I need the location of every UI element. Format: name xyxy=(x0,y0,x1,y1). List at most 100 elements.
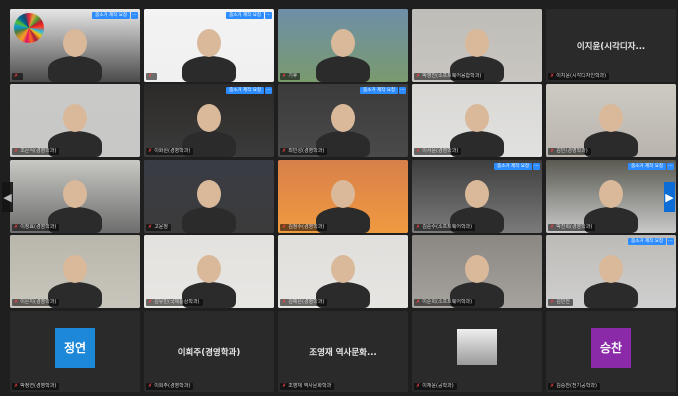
muted-mic-icon: ✗ xyxy=(14,299,19,305)
participant-head xyxy=(465,255,489,283)
caption-request-badge[interactable]: 줌소거 제작 요청 xyxy=(226,12,264,19)
sdg-logo xyxy=(14,13,44,43)
more-options-icon[interactable]: ⋯ xyxy=(265,12,272,19)
caption-request-badge[interactable]: 줌소거 제작 요청 xyxy=(92,12,130,19)
participant-head xyxy=(63,255,87,283)
participant-tile[interactable]: 줌소거 제작 요청 ⋯ ✗ 이화원(경영학과) xyxy=(144,84,274,157)
participant-name-label: ✗ 조은식(경영학과) xyxy=(12,148,60,155)
participant-head xyxy=(465,29,489,57)
participant-avatar: 승찬 xyxy=(591,327,631,368)
participant-tile[interactable]: ✗ 박영진(소프트웨어융합학과) xyxy=(412,9,542,82)
participant-tile[interactable]: ✗ 이준희(소프트웨어학과) xyxy=(412,235,542,308)
caption-request-badge[interactable]: 줌소거 제작 요청 xyxy=(628,238,666,245)
participant-head xyxy=(197,180,221,208)
participant-head xyxy=(465,180,489,208)
muted-mic-icon: ✗ xyxy=(14,224,19,230)
participant-name: 박진희(경영학과) xyxy=(556,224,593,230)
participant-name: 고윤정 xyxy=(154,224,169,230)
participant-tile[interactable]: 줌소거 제작 요청 ⋯ ✗ xyxy=(144,9,274,82)
participant-head xyxy=(599,180,623,208)
participant-head xyxy=(331,104,355,132)
participant-tile[interactable]: 승찬 ✗ 김승찬(전기공학과) xyxy=(546,311,676,392)
participant-tile[interactable]: ✗ 이은지(경영학과) xyxy=(10,235,140,308)
more-options-icon[interactable]: ⋯ xyxy=(667,238,674,245)
next-page-arrow-icon[interactable]: ▶ xyxy=(664,182,675,212)
participant-tile[interactable]: 정연 ✗ 박정연(경영학과) xyxy=(10,311,140,392)
more-options-icon[interactable]: ⋯ xyxy=(533,163,540,170)
participant-tile[interactable]: 줌소거 제작 요청 ⋯ ✗ 김민찬 xyxy=(546,235,676,308)
participant-tile[interactable]: ✗ 김민(경영학과) xyxy=(546,84,676,157)
participant-head xyxy=(197,104,221,132)
more-options-icon[interactable]: ⋯ xyxy=(399,87,406,94)
muted-mic-icon: ✗ xyxy=(282,299,287,305)
participant-tile[interactable]: 줌소거 제작 요청 ⋯ ✗ 최민성(경영학과) xyxy=(278,84,408,157)
previous-page-arrow-icon[interactable]: ◀ xyxy=(2,182,13,212)
participant-name-label: ✗ 김유빈(국제통상학과) xyxy=(146,299,203,306)
caption-request-badge[interactable]: 줌소거 제작 요청 xyxy=(226,87,264,94)
muted-mic-icon: ✗ xyxy=(282,148,287,154)
participant-name-label: ✗ xyxy=(146,73,158,80)
participant-tile[interactable]: 이희주(경영학과) ✗ 이희주(경영학과) xyxy=(144,311,274,392)
participant-name: 이준희(소프트웨어학과) xyxy=(422,299,473,305)
participant-name: 이재윤(공학과) xyxy=(422,383,454,389)
participant-silhouette xyxy=(48,56,102,82)
participant-silhouette xyxy=(182,207,236,233)
participant-tile[interactable]: 이지윤(시각디자... ✗ 이지윤(시각디자인학과) xyxy=(546,9,676,82)
participant-name-label: ✗ 김승찬(전기공학과) xyxy=(548,383,600,390)
participant-name-label: ✗ 이서윤(경영학과) xyxy=(414,148,462,155)
participant-name-label: ✗ 김민(경영학과) xyxy=(548,148,591,155)
muted-mic-icon: ✗ xyxy=(416,383,421,389)
participant-name: 이지윤(시각디자인학과) xyxy=(556,73,607,79)
participant-name-label: ✗ 기후 xyxy=(280,73,301,80)
participant-tile[interactable]: ✗ 조은식(경영학과) xyxy=(10,84,140,157)
participant-tile[interactable]: ✗ 김유빈(국제통상학과) xyxy=(144,235,274,308)
participant-tile[interactable]: 줌소거 제작 요청 ⋯ ✗ 김준수(소프트웨어학과) xyxy=(412,160,542,233)
participant-name-label: ✗ 이지윤(시각디자인학과) xyxy=(548,73,610,80)
participant-silhouette xyxy=(316,56,370,82)
participant-name-label: ✗ xyxy=(12,73,24,80)
participant-name-label: ✗ 이은지(경영학과) xyxy=(12,299,60,306)
participant-name: 최민성(경영학과) xyxy=(288,148,325,154)
participant-name: 김정수(경영학과) xyxy=(288,224,325,230)
participant-tile[interactable]: ✗ 이정효(경영학과) xyxy=(10,160,140,233)
participant-name: 김준수(소프트웨어학과) xyxy=(422,224,473,230)
participant-tile[interactable]: ✗ 이서윤(경영학과) xyxy=(412,84,542,157)
zoom-gallery-view: 줌소거 제작 요청 ⋯ ✗ 줌소거 제작 요청 ⋯ ✗ ✗ 기후 ✗ 박영진(소프트웨어융합학과)… xyxy=(0,0,678,396)
participant-head xyxy=(197,29,221,57)
participant-name-label: ✗ 박정연(경영학과) xyxy=(12,383,60,390)
muted-mic-icon: ✗ xyxy=(550,224,555,230)
participant-tile[interactable]: ✗ 이재윤(공학과) xyxy=(412,311,542,392)
participant-head xyxy=(63,180,87,208)
muted-mic-icon: ✗ xyxy=(416,224,421,230)
caption-request-badge[interactable]: 줌소거 제작 요청 xyxy=(494,163,532,170)
participant-name: 이정효(경영학과) xyxy=(20,224,57,230)
participant-name: 김민(경영학과) xyxy=(556,148,588,154)
participant-tile[interactable]: ✗ 김정수(경영학과) xyxy=(278,160,408,233)
participant-head xyxy=(331,255,355,283)
more-options-icon[interactable]: ⋯ xyxy=(131,12,138,19)
more-options-icon[interactable]: ⋯ xyxy=(667,163,674,170)
caption-request-badge[interactable]: 줌소거 제작 요청 xyxy=(360,87,398,94)
participant-avatar: 정연 xyxy=(55,327,95,368)
participant-silhouette xyxy=(584,131,638,157)
participant-name: 이희주(경영학과) xyxy=(154,383,191,389)
participant-tile[interactable]: ✗ 기후 xyxy=(278,9,408,82)
muted-mic-icon: ✗ xyxy=(14,73,19,79)
participant-name-label: ✗ 김준수(소프트웨어학과) xyxy=(414,224,476,231)
participant-head xyxy=(331,29,355,57)
participant-display-name: 조영재 역사문화... xyxy=(309,347,377,358)
muted-mic-icon: ✗ xyxy=(14,148,19,154)
participant-tile[interactable]: ✗ 김예은(경영학과) xyxy=(278,235,408,308)
more-options-icon[interactable]: ⋯ xyxy=(265,87,272,94)
participant-name: 조은식(경영학과) xyxy=(20,148,57,154)
participant-name: 이화원(경영학과) xyxy=(154,148,191,154)
participant-name-label: ✗ 조영재 역사문화학과 xyxy=(280,383,335,390)
participant-tile[interactable]: ✗ 고윤정 xyxy=(144,160,274,233)
muted-mic-icon: ✗ xyxy=(282,383,287,389)
caption-request-badge[interactable]: 줌소거 제작 요청 xyxy=(628,163,666,170)
muted-mic-icon: ✗ xyxy=(148,73,153,79)
participant-tile[interactable]: 줌소거 제작 요청 ⋯ ✗ 박진희(경영학과) xyxy=(546,160,676,233)
participant-tile[interactable]: 줌소거 제작 요청 ⋯ ✗ xyxy=(10,9,140,82)
participant-tile[interactable]: 조영재 역사문화... ✗ 조영재 역사문화학과 xyxy=(278,311,408,392)
participant-name-label: ✗ 이재윤(공학과) xyxy=(414,383,457,390)
